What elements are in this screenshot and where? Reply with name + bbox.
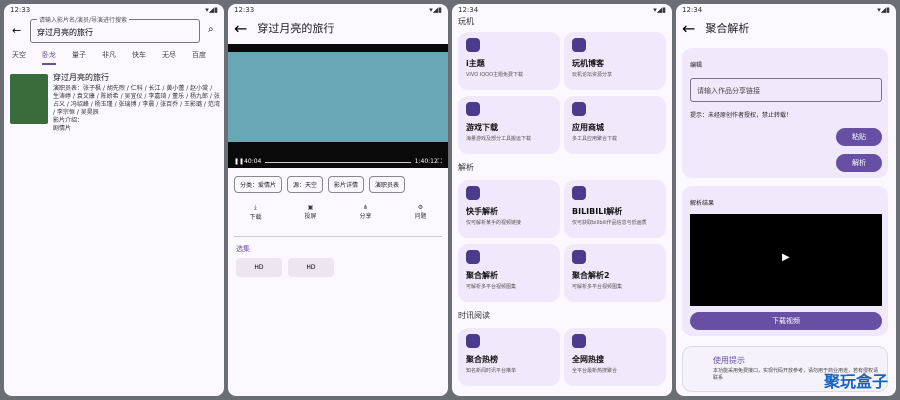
card-game[interactable]: 游戏下载 海量游戏及部分工具搬运下载	[458, 96, 560, 154]
edit-label: 编辑	[690, 62, 703, 69]
section-title: 解析	[458, 163, 474, 172]
list-item[interactable]: 穿过月亮的旅行 演职员表：张子枫 / 胡先煦 / 仁科 / 长江 / 黄小蕾 /…	[10, 74, 220, 133]
status-icons: ▾◢▮	[205, 6, 218, 14]
edit-card: 编辑 请输入作品分享链接 提示：未经原创作者授权，禁止转载！ 粘贴 解析	[682, 48, 888, 178]
cast-icon: ▣	[307, 204, 314, 211]
card-bilibili[interactable]: BILIBILI解析 仅可获取bilibili作品信息与低画质	[564, 180, 666, 238]
fullscreen-icon[interactable]: ⛶	[438, 158, 442, 166]
link-input[interactable]: 请输入作品分享链接	[690, 78, 882, 102]
book-icon	[572, 250, 586, 264]
search-screen: 12:33 ▾◢▮ ← 请输入影片名/演员/导演进行搜索 穿过月亮的旅行 ⌕ 天空 …	[4, 4, 224, 396]
tab-tiankong[interactable]: 天空	[12, 50, 26, 65]
card-theme[interactable]: i主题 VIVO IQOO主题免费下载	[458, 32, 560, 90]
tab-wolong[interactable]: 卧龙	[42, 50, 56, 65]
back-icon[interactable]: ←	[682, 19, 695, 38]
back-icon[interactable]: ←	[12, 24, 21, 37]
details-chip[interactable]: 影片详情	[328, 176, 365, 193]
source-chip[interactable]: 源：天空	[287, 176, 324, 193]
store-icon	[572, 102, 586, 116]
report-button[interactable]: ⚙ 问题	[414, 204, 426, 221]
list-icon	[466, 250, 480, 264]
play-icon[interactable]: ▶	[782, 252, 790, 263]
card-store[interactable]: 应用商城 多工具应用聚合下载	[564, 96, 666, 154]
parse-button[interactable]: 解析	[836, 154, 882, 172]
episodes-label: 选集	[236, 245, 250, 253]
page-title: 聚合解析	[705, 22, 750, 35]
genre: 剧情片	[53, 125, 72, 132]
news-icon	[572, 334, 586, 348]
cast-chip[interactable]: 演职员表	[369, 176, 406, 193]
card-trend[interactable]: 全网热搜 全平台最新热搜聚合	[564, 328, 666, 386]
tools-screen: 12:34 ▾◢▮ 玩机 i主题 VIVO IQOO主题免费下载 玩机博客 玩机论坛资…	[452, 4, 672, 396]
share-button[interactable]: ⋔ 分享	[359, 204, 371, 221]
calendar-icon	[466, 334, 480, 348]
tv-icon	[572, 186, 586, 200]
tab-liangzi[interactable]: 量子	[72, 50, 86, 65]
tab-feifan[interactable]: 非凡	[102, 50, 116, 65]
section-title: 玩机	[458, 17, 474, 26]
movie-title: 穿过月亮的旅行	[53, 73, 109, 82]
result-video[interactable]: ▶	[690, 214, 882, 306]
card-hot[interactable]: 聚合热榜 知名新闻时讯平台推单	[458, 328, 560, 386]
movie-cast: 演职员表：张子枫 / 胡先煦 / 仁科 / 长江 / 黄小蕾 / 赵小棠 / 生…	[53, 85, 220, 116]
gamepad-icon	[466, 102, 480, 116]
tab-baidu[interactable]: 百度	[192, 50, 206, 65]
source-tabs: 天空 卧龙 量子 非凡 快车 无尽 百度	[4, 50, 224, 65]
usage-title: 使用提示	[713, 356, 745, 365]
clock: 12:34	[682, 6, 703, 14]
movie-poster	[10, 74, 48, 124]
blog-icon	[572, 38, 586, 52]
current-time: 40:04	[244, 158, 262, 165]
intro-label: 影片介绍：	[53, 117, 84, 124]
tab-kuaiche[interactable]: 快车	[132, 50, 146, 65]
share-icon: ⋔	[362, 204, 368, 211]
result-card: 解析结果 ▶ 下载视频	[682, 186, 888, 336]
section-title: 时讯阅读	[458, 311, 490, 320]
duration: 1:40:12	[414, 158, 438, 165]
download-button[interactable]: ⤓ 下载	[249, 204, 261, 221]
gear-icon: ⚙	[417, 204, 424, 211]
detail-screen: 12:33 ▾◢▮ ← 穿过月亮的旅行 ❚❚ 40:04 1:40:12 ⛶ 分类：爱情片…	[228, 4, 448, 396]
page-title: 穿过月亮的旅行	[257, 22, 335, 35]
paste-button[interactable]: 粘贴	[836, 128, 882, 146]
notice-text: 提示：未经原创作者授权，禁止转载！	[690, 112, 793, 119]
result-label: 解析结果	[690, 200, 715, 207]
clock: 12:34	[458, 6, 479, 14]
back-icon[interactable]: ←	[234, 19, 247, 38]
search-icon[interactable]: ⌕	[208, 24, 214, 35]
download-video-button[interactable]: 下载视频	[690, 312, 882, 330]
card-kuaishou[interactable]: 快手解析 仅可解析某手的视频链接	[458, 180, 560, 238]
card-agg[interactable]: 聚合解析 可解析多平台视频图集	[458, 244, 560, 302]
search-input[interactable]: 请输入影片名/演员/导演进行搜索 穿过月亮的旅行	[30, 15, 200, 43]
video-player[interactable]: ❚❚ 40:04 1:40:12 ⛶	[228, 44, 448, 168]
category-chip[interactable]: 分类：爱情片	[234, 176, 283, 193]
video-icon	[466, 186, 480, 200]
download-icon: ⤓	[254, 204, 257, 211]
card-blog[interactable]: 玩机博客 玩机论坛资源分享	[564, 32, 666, 90]
tab-wujin[interactable]: 无尽	[162, 50, 176, 65]
pause-icon[interactable]: ❚❚	[234, 158, 244, 166]
episode-button[interactable]: HD	[288, 258, 334, 277]
clock: 12:33	[234, 6, 255, 14]
card-agg2[interactable]: 聚合解析2 可解析多平台视频图集	[564, 244, 666, 302]
episode-button[interactable]: HD	[236, 258, 282, 277]
watermark-logo: 聚玩盒子	[823, 372, 888, 391]
brush-icon	[466, 38, 480, 52]
parse-screen: 12:34 ▾◢▮ ← 聚合解析 编辑 请输入作品分享链接 提示：未经原创作者授权，…	[676, 4, 896, 396]
clock: 12:33	[10, 6, 31, 14]
cast-button[interactable]: ▣ 投屏	[304, 204, 316, 221]
video-frame	[228, 52, 448, 142]
